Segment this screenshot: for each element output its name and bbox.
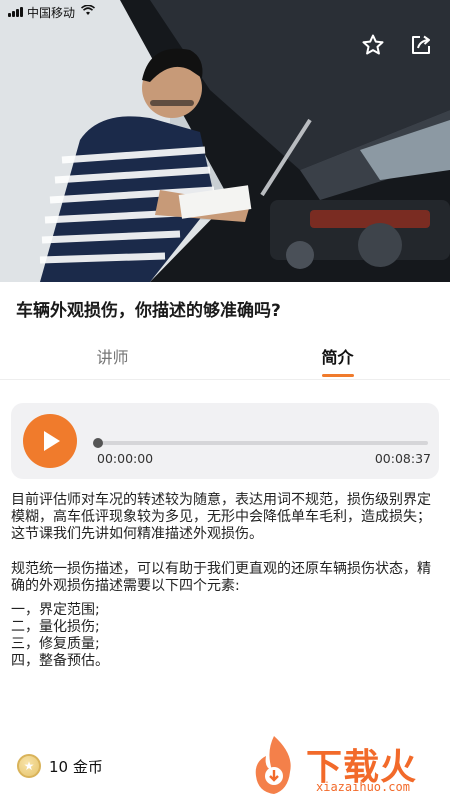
- course-title: 车辆外观损伤，你描述的够准确吗?: [16, 301, 281, 321]
- active-tab-indicator: [321, 374, 354, 377]
- list-item: 一，界定范围;: [11, 602, 100, 618]
- audio-player: 00:00:00 00:08:37: [11, 403, 439, 479]
- list-item: 三，修复质量;: [11, 636, 100, 652]
- description-paragraph: 规范统一损伤描述，可以有助于我们更直观的还原车辆损伤状态，精确的外观损伤描述需要…: [11, 561, 431, 594]
- total-time: 00:08:37: [374, 451, 431, 466]
- play-icon: [44, 431, 60, 451]
- list-item: 二，量化损伤;: [11, 619, 100, 635]
- tab-intro[interactable]: 简介: [225, 332, 450, 379]
- tab-bar: 讲师 简介: [0, 332, 450, 380]
- price-coins: ★ 10 金币: [17, 754, 103, 778]
- description-paragraph: 目前评估师对车况的转述较为随意，表达用词不规范，损伤级别界定模糊，高车低评现象较…: [11, 492, 431, 542]
- watermark-logo: 下载火 xiazaihuo.com: [244, 734, 444, 796]
- share-icon[interactable]: [408, 32, 434, 58]
- coin-amount: 10 金币: [49, 757, 103, 776]
- element-list: 一，界定范围; 二，量化损伤; 三，修复质量; 四，整备预估。: [11, 602, 109, 670]
- status-bar: 中国移动: [0, 0, 450, 24]
- play-button[interactable]: [23, 414, 77, 468]
- list-item: 四，整备预估。: [11, 653, 109, 669]
- flame-logo-icon: [255, 736, 291, 794]
- audio-progress-handle[interactable]: [93, 438, 103, 448]
- course-cover-image: 中国移动: [0, 0, 450, 282]
- course-description: 目前评估师对车况的转述较为随意，表达用词不规范，损伤级别界定模糊，高车低评现象较…: [11, 492, 441, 613]
- audio-progress-track[interactable]: [96, 441, 428, 445]
- tab-instructor-label: 讲师: [96, 347, 129, 367]
- carrier-label: 中国移动: [27, 5, 76, 20]
- watermark-domain: xiazaihuo.com: [316, 780, 410, 794]
- tab-instructor[interactable]: 讲师: [0, 332, 225, 379]
- coin-icon: ★: [17, 754, 41, 778]
- tab-intro-label: 简介: [321, 347, 354, 367]
- signal-icon: [8, 7, 23, 17]
- current-time: 00:00:00: [97, 451, 154, 466]
- wifi-icon: [80, 4, 96, 19]
- favorite-star-icon[interactable]: [360, 32, 386, 58]
